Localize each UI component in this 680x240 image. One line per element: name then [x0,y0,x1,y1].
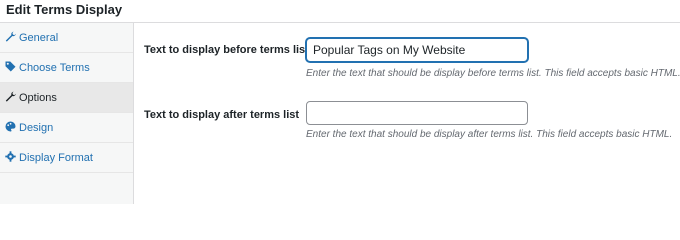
sidebar-item-general[interactable]: General [0,23,133,53]
sidebar-nav: General Choose Terms Options Design Disp… [0,23,134,204]
sidebar-item-label: Options [19,92,57,104]
tag-icon [5,61,16,72]
before-text-label: Text to display before terms list [144,44,309,56]
sidebar-item-label: Display Format [19,152,93,164]
window-title: Edit Terms Display [6,2,123,17]
sidebar-item-display-format[interactable]: Display Format [0,143,133,173]
wrench-icon [5,31,16,42]
wrench-icon [5,91,16,102]
sidebar-item-label: General [19,32,59,44]
sidebar-item-design[interactable]: Design [0,113,133,143]
options-panel: Text to display before terms list Enter … [134,23,680,204]
sidebar-item-label: Design [19,122,54,134]
after-text-label: Text to display after terms list [144,109,300,121]
palette-icon [5,121,16,132]
before-text-input[interactable] [306,38,528,62]
sidebar-item-choose-terms[interactable]: Choose Terms [0,53,133,83]
after-text-description: Enter the text that should be display af… [306,129,673,140]
gear-icon [5,151,16,162]
before-text-description: Enter the text that should be display be… [306,68,680,79]
title-bar: Edit Terms Display [0,0,680,23]
sidebar-item-label: Choose Terms [19,62,90,74]
sidebar-item-options[interactable]: Options [0,83,133,113]
after-text-input[interactable] [306,101,528,125]
